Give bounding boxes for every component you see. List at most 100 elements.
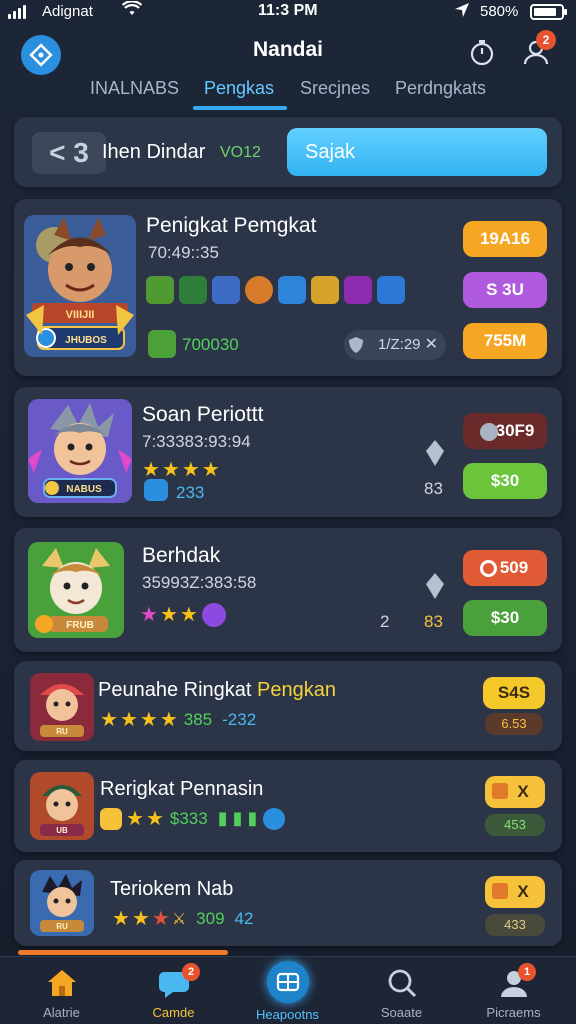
crossed-swords-icon [377,276,405,304]
nav-home[interactable]: Alatrie [4,957,119,1024]
location-icon [454,2,470,21]
panel-accent-label: VO12 [220,144,261,161]
gem-green-icon [146,276,174,304]
avatar-plate-text: RU [56,727,68,736]
card-title-row: Peunahe Ringkat Pengkan [98,679,336,702]
avatar-plate-text: UB [56,826,68,835]
hero-avatar: VIIIJII JHUBOS [24,215,136,357]
nav-heapootns[interactable]: Heapootns [230,957,345,1024]
tab-srecjnes[interactable]: Srecjnes [300,78,370,99]
dismiss-icon[interactable]: ✕ [425,334,438,354]
avatar-plate-text: FRUB [66,620,94,631]
card-title: Soan Periottt [142,403,264,426]
star-rating: ★ ★ ★ [140,602,231,627]
star-icon: ★ [151,908,170,930]
hero-avatar: FRUB [28,542,124,638]
badge-yellow[interactable]: S4S [483,677,545,709]
badge-red-orange[interactable]: 509 [463,550,547,586]
progress-strip [18,950,228,955]
card-title-accent: Pengkan [257,679,336,701]
badge-orange[interactable]: 19A16 [463,221,547,257]
card-title: Teriokem Nab [110,878,234,900]
shield-green-icon [179,276,207,304]
nav-badge: 2 [182,963,200,981]
home-icon [44,965,80,1001]
stopwatch-icon [470,40,494,66]
stat-value: $333 [169,808,208,828]
avatar-banner-text: VIIIJII [66,309,95,321]
star-icon: ★ [159,604,178,626]
crystal-icon [426,573,444,599]
wifi-icon [121,0,143,22]
badge-gold[interactable]: 755M [463,323,547,359]
tab-inalnabs[interactable]: INALNABS [90,78,179,99]
list-item[interactable]: FRUB Berhdak 35993Z:383:58 ★ ★ ★ 2 83 50… [14,528,562,652]
tab-perdngkats[interactable]: Perdngkats [395,78,486,99]
list-item[interactable]: NABUS Soan Periottt 7:33383:93:94 ★ ★ ★ … [14,387,562,517]
nav-game[interactable]: 2 Camde [116,957,231,1024]
star-rating: ★ ★ ★ ⚔ 309 42 [112,906,253,931]
treasure-purple-icon [344,276,372,304]
chest-icon [100,807,122,830]
avatar-plate-text: RU [56,922,68,931]
star-icon: ★ [181,459,200,481]
stat-value-a: 309 [196,908,225,928]
hero-avatar: UB [30,772,94,840]
card-title: Penigkat Pemgkat [146,214,317,237]
nav-label: Picraems [486,1005,541,1020]
lightning-icon [144,479,168,501]
nav-badge: 1 [518,963,536,981]
card-title: Berhdak [142,544,221,567]
card-title: Peunahe Ringkat [98,679,252,701]
potion-icon: ▮ ▮ ▮ [217,808,258,828]
tab-bar: INALNABS Pengkas Srecjnes Perdngkats [0,72,576,112]
back-button[interactable]: < 3 [32,132,106,174]
list-item[interactable]: RU Peunahe Ringkat Pengkan ★ ★ ★ ★ 385 -… [14,661,562,751]
cash-stack-icon [148,330,176,358]
side-number-b: 83 [424,612,443,631]
star-icon: ★ [139,709,158,731]
badge-green[interactable]: $30 [463,600,547,636]
meta-value: 1/Z:29 [378,336,421,353]
card-code: 7:33383:93:94 [142,432,251,451]
side-number-a: 2 [380,612,390,631]
stat-value-a: 385 [183,709,213,729]
list-item[interactable]: VIIIJII JHUBOS Penigkat Pemgkat 70:49::3… [14,199,562,376]
stat-value-b: -232 [222,709,257,729]
search-button[interactable]: Sajak [287,128,547,176]
star-icon: ★ [100,709,118,731]
nav-label: Soaate [380,1005,423,1020]
nav-search[interactable]: Soaate [344,957,459,1024]
scroll-gold-icon [311,276,339,304]
list-item[interactable]: RU Teriokem Nab ★ ★ ★ ⚔ 309 42 X 433 [14,860,562,946]
tab-pengkas[interactable]: Pengkas [204,78,274,99]
profile-button[interactable]: 2 [520,30,556,68]
badge-red[interactable]: 30F9 [463,413,547,449]
orb-icon [263,807,286,830]
sub-badge: 433 [485,914,545,936]
star-icon: ★ [201,459,220,481]
nav-profile[interactable]: 1 Picraems [456,957,571,1024]
hero-avatar: RU [30,673,94,741]
list-item[interactable]: UB Rerigkat Pennasin ★ ★ $333 ▮ ▮ ▮ X 45… [14,760,562,852]
card-title: Rerigkat Pennasin [100,778,264,800]
active-tab-indicator [193,106,287,110]
status-bar: Adignat 11:3 PM 580% [0,0,576,24]
shield-icon [349,337,363,353]
sub-badge: 6.53 [485,713,543,735]
avatar-plate-text: JHUBOS [65,335,107,346]
badge-green[interactable]: $30 [463,463,547,499]
hero-avatar: NABUS [28,399,132,503]
nav-label: Camde [152,1005,195,1020]
star-icon: ★ [161,459,180,481]
meta-chip: 1/Z:29 ✕ [344,330,446,360]
star-icon: ★ [179,604,198,626]
carrier-name: Adignat [42,3,93,20]
card-code: 70:49::35 [148,243,219,262]
card-bottom-value: 700030 [182,335,239,354]
grid-icon [266,961,309,1003]
badge-purple[interactable]: S 3U [463,272,547,308]
timer-button[interactable] [466,36,498,68]
avatar-plate-text: NABUS [66,484,102,495]
battery-percent: 580% [480,3,519,20]
